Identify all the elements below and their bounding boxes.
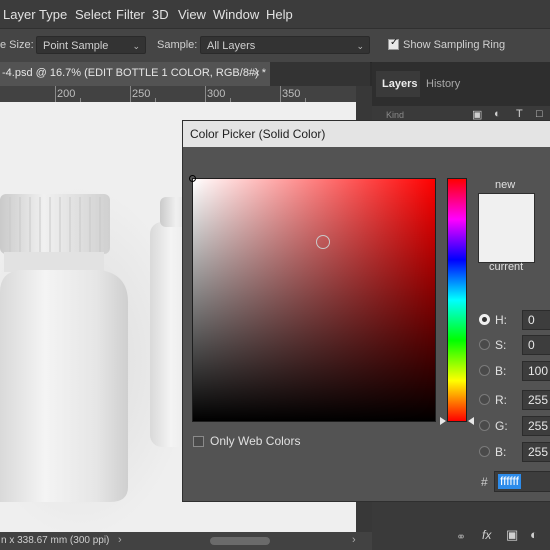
ruler-tick xyxy=(205,86,206,102)
sample-label: Sample: xyxy=(157,39,198,51)
dialog-title[interactable]: Color Picker (Solid Color) xyxy=(183,121,550,147)
sample-dropdown[interactable]: All Layers ⌄ xyxy=(200,36,370,54)
color-field-cursor[interactable] xyxy=(189,175,196,182)
ruler-tick xyxy=(55,86,56,102)
tab-layers-label: Layers xyxy=(382,78,418,90)
red-input[interactable]: 255 xyxy=(522,390,550,410)
adjustment-filter-icon[interactable]: ◐ xyxy=(494,108,501,120)
saturation-label: S: xyxy=(495,338,507,352)
hue-slider[interactable] xyxy=(447,178,467,422)
only-web-colors-checkbox[interactable] xyxy=(193,436,204,447)
chevron-right-icon[interactable]: › xyxy=(352,534,356,546)
sampling-ring-checkbox[interactable]: ✓ xyxy=(388,37,399,50)
hex-label: # xyxy=(481,475,488,489)
hue-label: H: xyxy=(495,313,507,327)
hue-input[interactable]: 0 xyxy=(522,310,550,330)
type-filter-icon[interactable]: T xyxy=(516,108,523,120)
tab-layers[interactable]: Layers xyxy=(376,71,420,97)
ruler-number: 250 xyxy=(132,88,151,100)
hex-input[interactable]: ffffff xyxy=(494,471,550,492)
brightness-radio[interactable] xyxy=(479,365,490,376)
status-bar: n x 338.67 mm (300 ppi) › › xyxy=(0,532,372,550)
menu-view[interactable]: View xyxy=(178,7,206,22)
fx-icon[interactable]: fx xyxy=(482,528,491,542)
current-color-label: current xyxy=(489,261,524,273)
sample-size-label: e Size: xyxy=(0,39,34,51)
ruler-number: 300 xyxy=(207,88,226,100)
sample-value: All Layers xyxy=(207,40,256,52)
ruler-tick xyxy=(130,86,131,102)
blue-input[interactable]: 255 xyxy=(522,442,550,462)
options-bar: e Size: Point Sample ⌄ Sample: All Layer… xyxy=(0,28,550,63)
menu-layer[interactable]: Layer xyxy=(3,7,36,22)
adjustment-layer-icon[interactable]: ◐ xyxy=(530,527,538,542)
sample-size-value: Point Sample xyxy=(43,40,109,52)
tab-history[interactable]: History xyxy=(426,78,460,90)
saturation-input[interactable]: 0 xyxy=(522,335,550,355)
sample-size-dropdown[interactable]: Point Sample ⌄ xyxy=(36,36,146,54)
blue-label: B: xyxy=(495,445,507,459)
hex-value-selected: ffffff xyxy=(498,474,521,489)
current-color-swatch[interactable] xyxy=(478,228,535,263)
chevron-down-icon: ⌄ xyxy=(132,41,140,51)
hue-slider-handle-right[interactable] xyxy=(468,417,474,425)
saturation-brightness-field[interactable] xyxy=(189,175,436,422)
close-icon[interactable]: × xyxy=(253,66,260,80)
menu-help[interactable]: Help xyxy=(266,7,293,22)
link-layers-icon[interactable]: ⚭ xyxy=(456,530,466,544)
brightness-label: B: xyxy=(495,364,507,378)
sampling-ring-label: Show Sampling Ring xyxy=(403,39,506,51)
menu-bar: Layer Type Select Filter 3D View Window … xyxy=(0,0,550,28)
hue-slider-handle-left[interactable] xyxy=(440,417,446,425)
shape-filter-icon[interactable]: □ xyxy=(536,108,543,120)
ruler-number: 200 xyxy=(57,88,76,100)
red-label: R: xyxy=(495,393,507,407)
ruler-number: 350 xyxy=(282,88,301,100)
tab-strip xyxy=(270,62,370,86)
horizontal-scroll-thumb[interactable] xyxy=(210,537,270,545)
menu-filter[interactable]: Filter xyxy=(116,7,145,22)
menu-type[interactable]: Type xyxy=(39,7,67,22)
menu-select[interactable]: Select xyxy=(75,7,111,22)
only-web-colors-label: Only Web Colors xyxy=(210,434,301,448)
hue-radio[interactable] xyxy=(479,314,490,325)
layer-mask-icon[interactable]: ▣ xyxy=(506,527,518,543)
menu-window[interactable]: Window xyxy=(213,7,259,22)
chevron-down-icon: ⌄ xyxy=(356,41,364,51)
document-tab[interactable]: -4.psd @ 16.7% (EDIT BOTTLE 1 COLOR, RGB… xyxy=(0,62,270,86)
menu-3d[interactable]: 3D xyxy=(152,7,169,22)
sampling-ring-icon xyxy=(316,235,330,249)
horizontal-ruler: 200 250 300 350 xyxy=(0,86,356,103)
brightness-input[interactable]: 100 xyxy=(522,361,550,381)
ruler-tick xyxy=(280,86,281,102)
blue-radio[interactable] xyxy=(479,446,490,457)
checkmark-icon: ✓ xyxy=(390,37,399,48)
new-color-swatch xyxy=(478,193,535,228)
document-dimensions: n x 338.67 mm (300 ppi) xyxy=(1,535,110,546)
green-radio[interactable] xyxy=(479,420,490,431)
green-label: G: xyxy=(495,419,508,433)
red-radio[interactable] xyxy=(479,394,490,405)
document-tab-title: -4.psd @ 16.7% (EDIT BOTTLE 1 COLOR, RGB… xyxy=(2,67,267,79)
green-input[interactable]: 255 xyxy=(522,416,550,436)
color-picker-dialog: Color Picker (Solid Color) new current H… xyxy=(182,120,550,502)
layer-filter-kind[interactable]: Kind xyxy=(386,110,404,120)
new-color-label: new xyxy=(495,179,516,191)
chevron-right-icon[interactable]: › xyxy=(118,534,122,546)
saturation-radio[interactable] xyxy=(479,339,490,350)
